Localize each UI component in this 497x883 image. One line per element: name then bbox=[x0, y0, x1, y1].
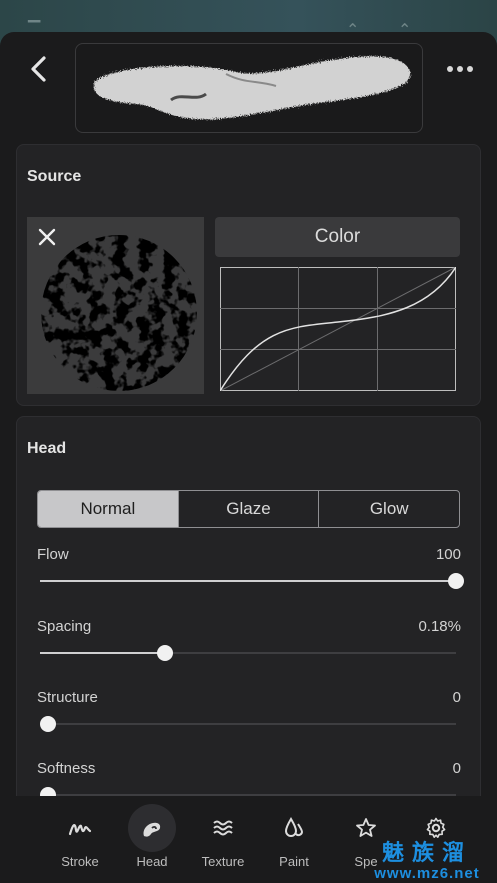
more-button[interactable] bbox=[442, 58, 478, 80]
slider-label: Softness bbox=[37, 760, 96, 777]
source-shape-thumbnail[interactable] bbox=[27, 217, 204, 394]
color-button[interactable]: Color bbox=[215, 217, 460, 257]
slider-value: 0 bbox=[452, 689, 461, 706]
mode-glow-segment[interactable]: Glow bbox=[318, 491, 459, 527]
blend-mode-segmented-control: Normal Glaze Glow bbox=[37, 490, 460, 528]
tab-label: Texture bbox=[201, 854, 245, 869]
tab-texture[interactable]: Texture bbox=[188, 796, 258, 883]
brush-head-icon bbox=[128, 804, 176, 852]
close-icon[interactable] bbox=[37, 227, 57, 247]
back-button[interactable] bbox=[26, 52, 52, 86]
slider-fill bbox=[40, 652, 165, 654]
slider-value: 0 bbox=[452, 760, 461, 777]
slider-fill bbox=[40, 580, 456, 582]
slider-track[interactable] bbox=[40, 573, 464, 589]
tab-head[interactable]: Head bbox=[117, 796, 187, 883]
tab-label: Paint bbox=[279, 854, 309, 869]
chevron-left-icon bbox=[31, 56, 46, 82]
tab-paint[interactable]: Paint bbox=[259, 796, 329, 883]
watermark-url: www.mz6.net bbox=[374, 865, 480, 882]
brush-stroke-preview bbox=[75, 43, 423, 133]
more-dot bbox=[457, 66, 463, 72]
section-title: Source bbox=[27, 168, 82, 185]
watermark: 魅族溜 www.mz6.net bbox=[357, 840, 497, 883]
mode-glaze-segment[interactable]: Glaze bbox=[177, 491, 319, 527]
slider-label: Spacing bbox=[37, 618, 92, 635]
slider-value: 100 bbox=[435, 546, 461, 563]
slider-value: 0.18% bbox=[418, 618, 461, 635]
slider-thumb[interactable] bbox=[448, 573, 464, 589]
more-horizontal-icon bbox=[447, 66, 453, 72]
tab-stroke[interactable]: Stroke bbox=[45, 796, 115, 883]
section-title: Head bbox=[27, 440, 67, 457]
slider-thumb[interactable] bbox=[156, 645, 173, 661]
drops-icon bbox=[270, 804, 318, 852]
slider-label: Flow bbox=[37, 546, 69, 563]
tab-label: Stroke bbox=[61, 854, 99, 869]
slider-track[interactable] bbox=[40, 645, 456, 661]
watermark-text: 魅族溜 bbox=[381, 840, 472, 865]
head-section: Head Normal Glaze Glow Flow 100 Spacing … bbox=[16, 416, 481, 818]
source-section: Source Color bbox=[16, 144, 481, 406]
slider-track[interactable] bbox=[40, 716, 456, 732]
more-dot bbox=[467, 66, 473, 72]
slider-thumb[interactable] bbox=[40, 716, 57, 732]
stroke-icon bbox=[56, 804, 104, 852]
pressure-curve-graph[interactable] bbox=[220, 267, 456, 391]
tab-label: Head bbox=[136, 854, 168, 869]
mode-normal-segment[interactable]: Normal bbox=[38, 491, 178, 527]
waves-icon bbox=[199, 804, 247, 852]
slider-label: Structure bbox=[37, 689, 98, 706]
stroke-preview-image bbox=[94, 56, 411, 120]
